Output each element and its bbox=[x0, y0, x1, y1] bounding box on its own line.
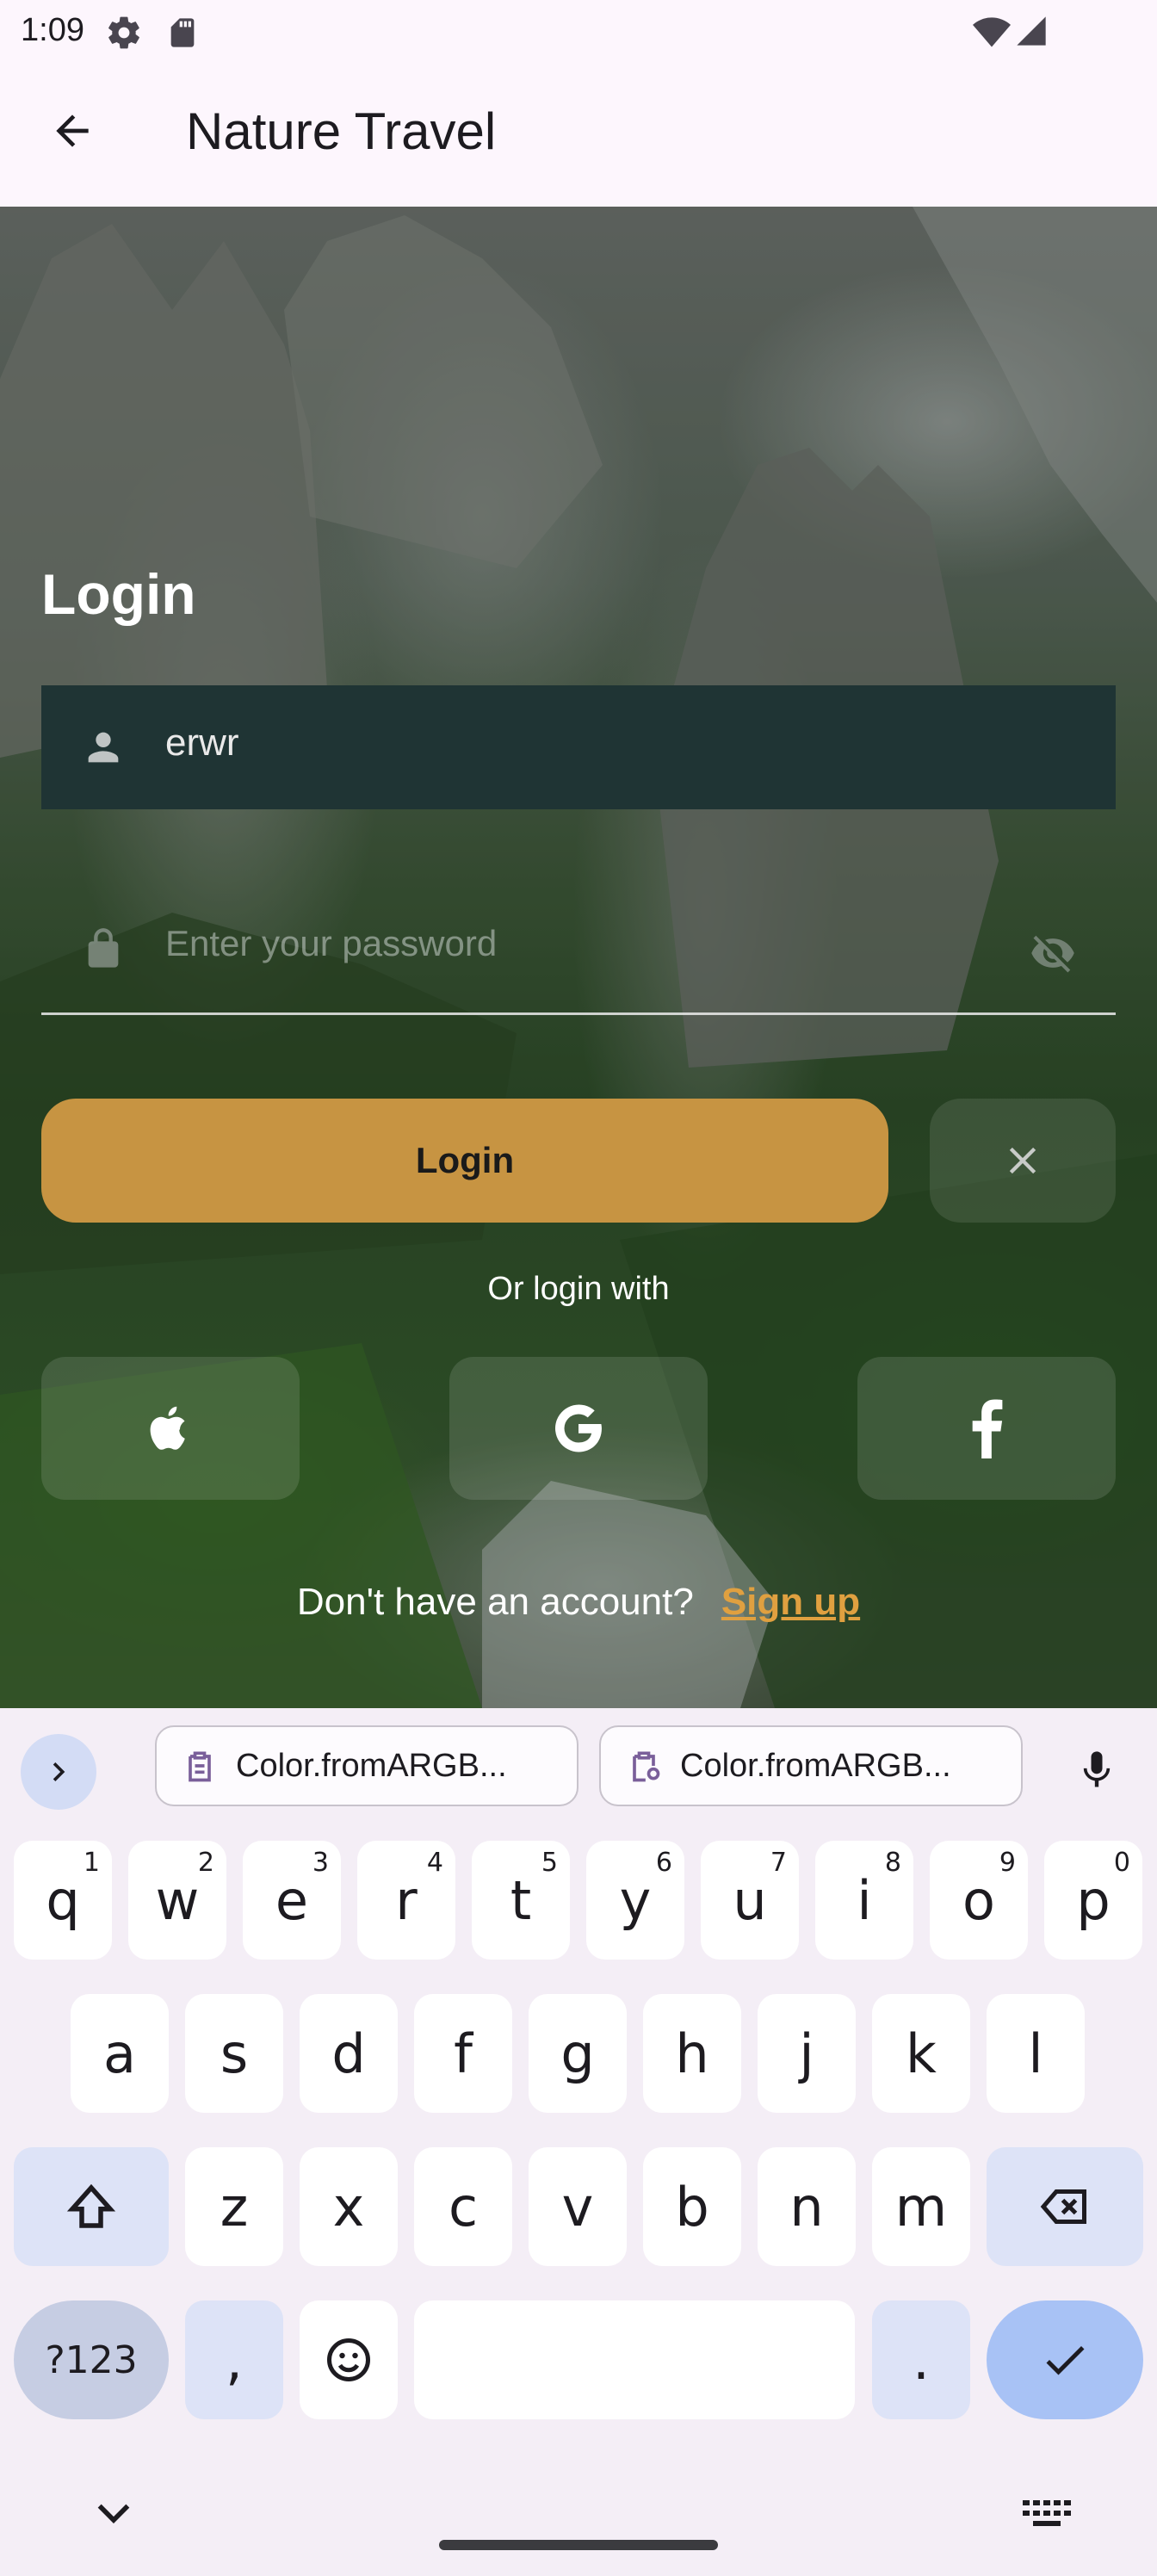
key-h[interactable]: h bbox=[643, 1994, 741, 2113]
key-c[interactable]: c bbox=[414, 2147, 512, 2266]
key-q[interactable]: q1 bbox=[14, 1841, 112, 1960]
clipboard-location-icon bbox=[633, 1751, 660, 1782]
lock-icon bbox=[88, 928, 119, 968]
key-y[interactable]: y6 bbox=[586, 1841, 684, 1960]
check-icon bbox=[1046, 2346, 1085, 2375]
wifi-icon bbox=[973, 17, 1011, 47]
comma-key[interactable]: , bbox=[185, 2300, 283, 2419]
home-gesture-bar[interactable] bbox=[439, 2540, 718, 2550]
period-key[interactable]: . bbox=[872, 2300, 970, 2419]
settings-icon bbox=[108, 16, 139, 49]
arrow-back-icon bbox=[56, 115, 89, 147]
keyboard bbox=[0, 1708, 1157, 2576]
apple-icon bbox=[150, 1406, 185, 1450]
key-z[interactable]: z bbox=[185, 2147, 283, 2266]
login-heading: Login bbox=[41, 562, 196, 626]
person-icon bbox=[88, 732, 119, 763]
key-n[interactable]: n bbox=[758, 2147, 856, 2266]
app-bar bbox=[0, 65, 1157, 207]
key-k[interactable]: k bbox=[872, 1994, 970, 2113]
back-button[interactable] bbox=[36, 95, 108, 167]
or-login-with-text: Or login with bbox=[487, 1271, 670, 1307]
emoji-icon bbox=[327, 2338, 370, 2381]
microphone-icon bbox=[1083, 1751, 1111, 1787]
done-key[interactable] bbox=[987, 2300, 1143, 2419]
key-r[interactable]: r4 bbox=[357, 1841, 455, 1960]
facebook-icon bbox=[972, 1399, 1003, 1458]
key-s[interactable]: s bbox=[185, 1994, 283, 2113]
key-m[interactable]: m bbox=[872, 2147, 970, 2266]
key-b[interactable]: b bbox=[643, 2147, 741, 2266]
clipboard-suggestion[interactable]: Color.fromARGB... bbox=[155, 1725, 578, 1806]
suggestion-text: Color.fromARGB... bbox=[236, 1747, 507, 1784]
key-p[interactable]: p0 bbox=[1044, 1841, 1142, 1960]
key-v[interactable]: v bbox=[529, 2147, 627, 2266]
key-f[interactable]: f bbox=[414, 1994, 512, 2113]
close-icon bbox=[1009, 1147, 1036, 1174]
signal-icon bbox=[1017, 16, 1046, 46]
symbols-key[interactable]: ?123 bbox=[14, 2300, 169, 2419]
facebook-login-button[interactable] bbox=[857, 1357, 1116, 1500]
backspace-icon bbox=[1040, 2189, 1086, 2224]
sd-card-icon bbox=[170, 18, 195, 47]
clipboard-suggestion[interactable]: Color.fromARGB... bbox=[599, 1725, 1023, 1806]
emoji-key[interactable] bbox=[300, 2300, 398, 2419]
key-d[interactable]: d bbox=[300, 1994, 398, 2113]
clear-button[interactable] bbox=[930, 1099, 1116, 1223]
keyboard-switch-icon[interactable] bbox=[1021, 2497, 1073, 2531]
shift-key[interactable] bbox=[14, 2147, 169, 2266]
key-t[interactable]: t5 bbox=[472, 1841, 570, 1960]
key-g[interactable]: g bbox=[529, 1994, 627, 2113]
hide-keyboard-icon[interactable] bbox=[90, 2497, 138, 2531]
password-underline bbox=[41, 1012, 1116, 1015]
google-icon bbox=[555, 1404, 602, 1452]
key-w[interactable]: w2 bbox=[128, 1841, 226, 1960]
password-field[interactable]: Enter your password bbox=[165, 923, 497, 964]
key-u[interactable]: u7 bbox=[701, 1841, 799, 1960]
suggestion-text: Color.fromARGB... bbox=[680, 1747, 951, 1784]
backspace-key[interactable] bbox=[987, 2147, 1143, 2266]
shift-icon bbox=[66, 2183, 116, 2228]
signup-link[interactable]: Sign up bbox=[721, 1581, 860, 1623]
key-e[interactable]: e3 bbox=[243, 1841, 341, 1960]
key-o[interactable]: o9 bbox=[930, 1841, 1028, 1960]
no-account-text: Don't have an account? bbox=[296, 1581, 694, 1623]
clipboard-icon bbox=[189, 1751, 211, 1782]
key-x[interactable]: x bbox=[300, 2147, 398, 2266]
key-i[interactable]: i8 bbox=[815, 1841, 913, 1960]
login-button[interactable]: Login bbox=[41, 1099, 888, 1223]
key-l[interactable]: l bbox=[987, 1994, 1085, 2113]
username-value[interactable]: erwr bbox=[165, 721, 239, 765]
signup-row: Don't have an account? Sign up bbox=[0, 1581, 1157, 1624]
status-time: 1:09 bbox=[21, 12, 84, 48]
space-key[interactable] bbox=[414, 2300, 855, 2419]
key-a[interactable]: a bbox=[71, 1994, 169, 2113]
chevron-right-icon bbox=[53, 1762, 65, 1781]
apple-login-button[interactable] bbox=[41, 1357, 300, 1500]
key-j[interactable]: j bbox=[758, 1994, 856, 2113]
toolbar-expand-button[interactable] bbox=[21, 1734, 96, 1810]
page-title: Nature Travel bbox=[186, 102, 497, 160]
voice-input-button[interactable] bbox=[1064, 1737, 1129, 1803]
google-login-button[interactable] bbox=[449, 1357, 708, 1500]
visibility-off-icon[interactable] bbox=[1024, 930, 1081, 976]
